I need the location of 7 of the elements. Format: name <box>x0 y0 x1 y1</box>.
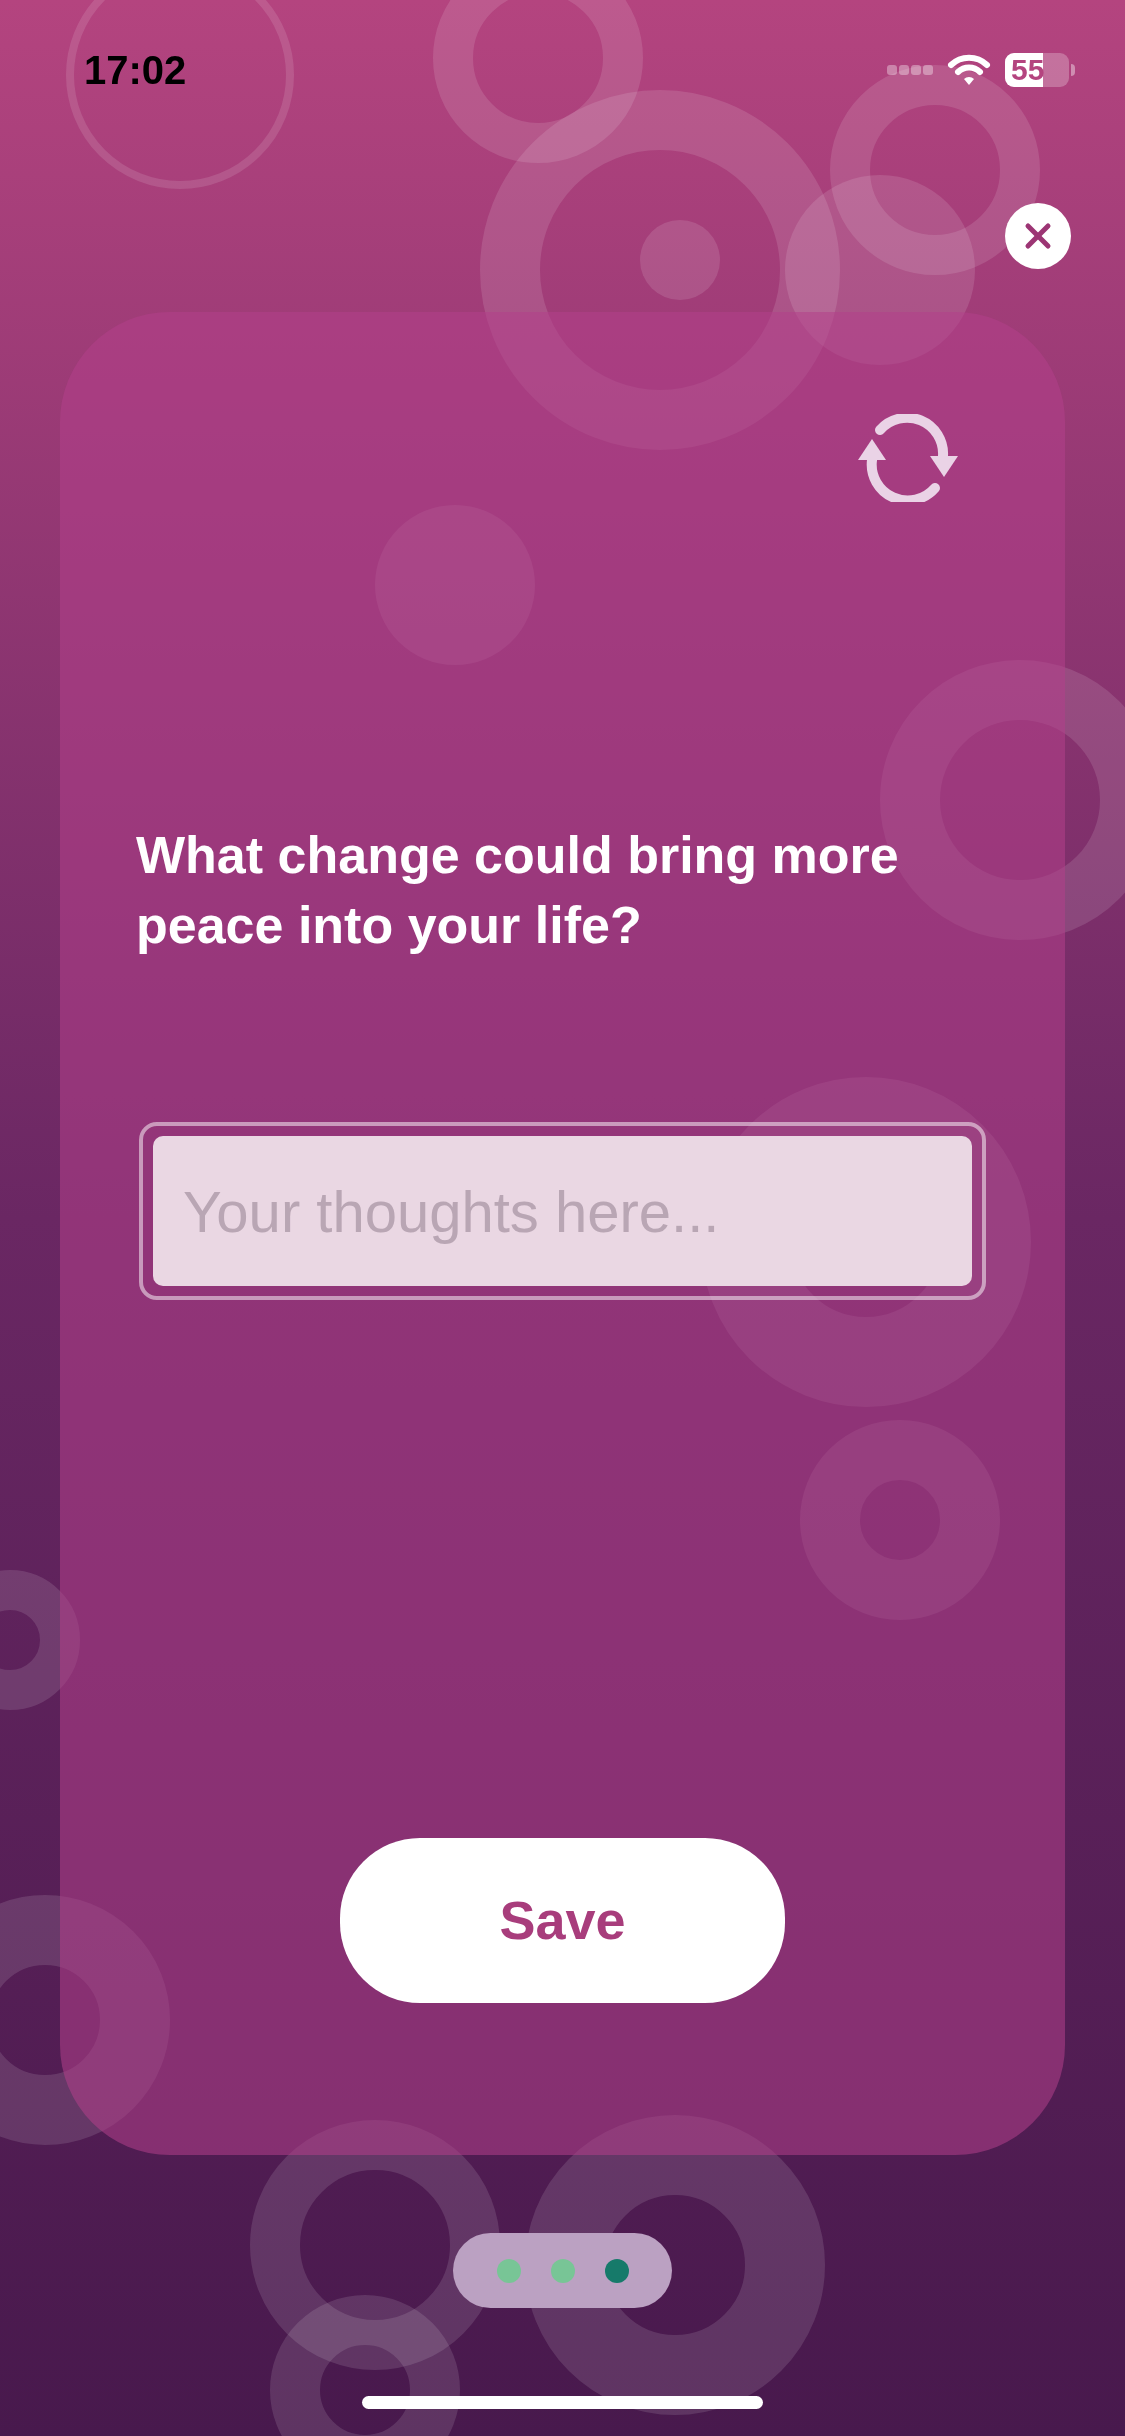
save-button[interactable]: Save <box>340 1838 785 2003</box>
question-text: What change could bring more peace into your life? <box>136 825 900 956</box>
close-icon <box>1024 222 1052 250</box>
refresh-icon <box>855 414 961 502</box>
status-time: 17:02 <box>84 47 187 94</box>
wifi-icon <box>947 53 991 87</box>
signal-icon <box>887 63 933 77</box>
